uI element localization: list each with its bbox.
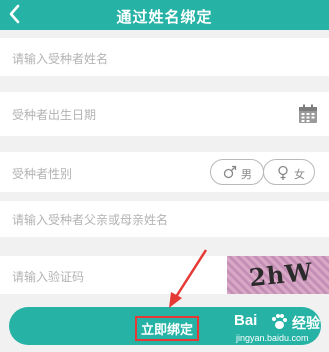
gender-male-button[interactable]: 男 (210, 159, 264, 185)
gender-field: 受种者性别 男 女 (0, 152, 329, 192)
gender-female-label: 女 (294, 168, 305, 181)
page-title: 通过姓名绑定 (116, 8, 213, 26)
gender-male-label: 男 (241, 168, 252, 181)
recipient-name-field[interactable]: 请输入受种者姓名 (0, 38, 329, 76)
bind-now-label: 立即绑定 (135, 316, 200, 341)
recipient-name-placeholder: 请输入受种者姓名 (12, 52, 109, 66)
gender-label: 受种者性别 (12, 167, 73, 181)
gender-female-button[interactable]: 女 (263, 159, 315, 185)
captcha-placeholder: 请输入验证码 (12, 270, 85, 284)
birth-date-placeholder: 受种者出生日期 (12, 108, 97, 122)
calendar-icon[interactable] (298, 104, 318, 124)
male-icon (223, 165, 237, 179)
female-icon (278, 165, 288, 180)
parent-name-placeholder: 请输入受种者父亲或母亲姓名 (12, 213, 169, 227)
captcha-text: 2hW (247, 256, 315, 293)
birth-date-field[interactable]: 受种者出生日期 (0, 92, 329, 136)
parent-name-field[interactable]: 请输入受种者父亲或母亲姓名 (0, 201, 329, 237)
header-bar: 通过姓名绑定 (0, 0, 329, 30)
bind-now-button[interactable]: 立即绑定 (9, 307, 321, 345)
captcha-image[interactable]: 2hW (227, 256, 329, 294)
